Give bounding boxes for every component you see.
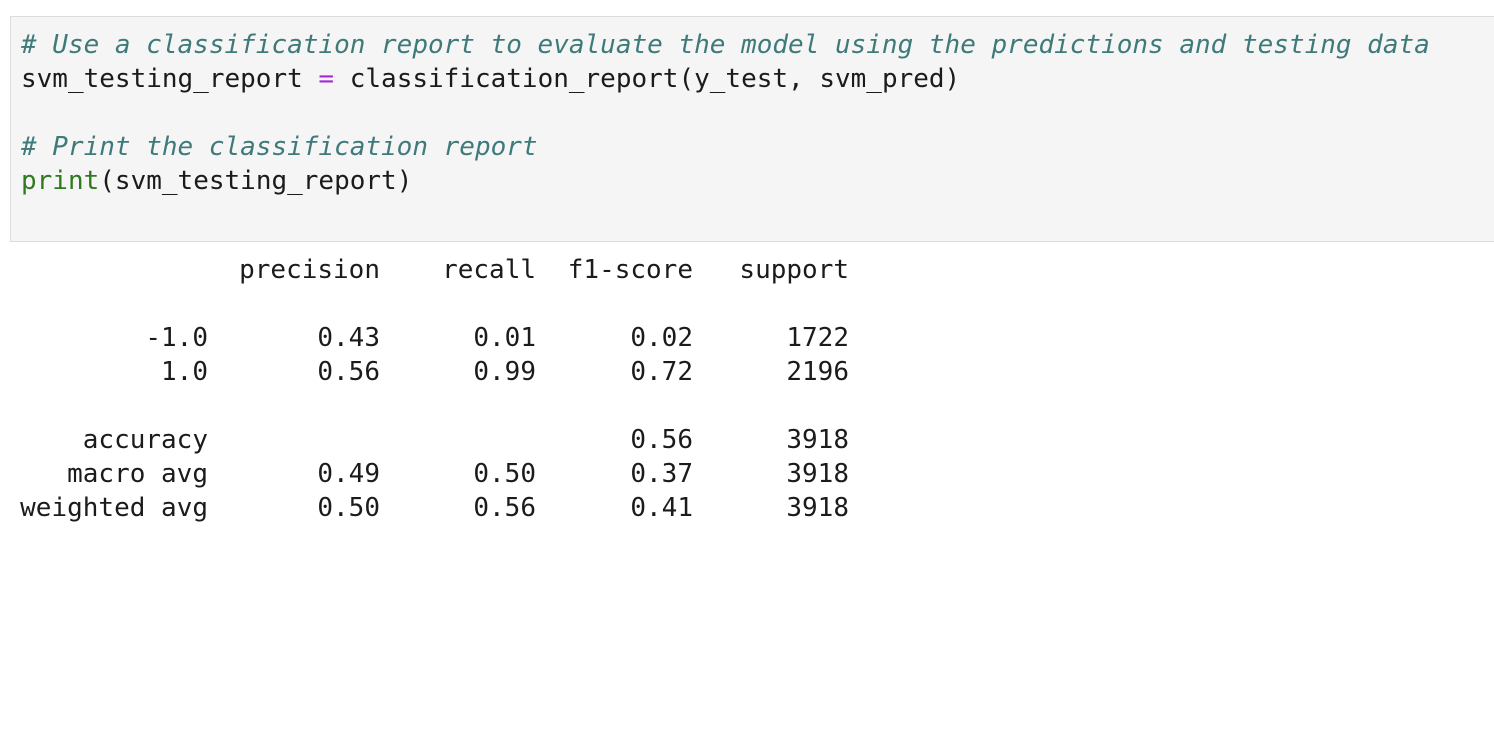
row-label: 1.0	[161, 357, 208, 387]
row-precision: 0.49	[317, 459, 380, 489]
assignment-operator: =	[318, 64, 335, 94]
print-builtin: print	[21, 166, 100, 196]
code-cell[interactable]: # Use a classification report to evaluat…	[10, 16, 1494, 242]
header-recall: recall	[442, 255, 536, 285]
report-row-macro-avg: macro avg 0.49 0.50 0.37 3918	[20, 457, 849, 491]
report-row-weighted-avg: weighted avg 0.50 0.56 0.41 3918	[20, 491, 849, 525]
code-line-report-assignment: svm_testing_report = classification_repo…	[21, 62, 960, 96]
header-f1-score: f1-score	[567, 255, 693, 285]
report-header-row: precision recall f1-score support	[20, 253, 849, 287]
row-precision: 0.50	[317, 493, 380, 523]
report-row-class-1: 1.0 0.56 0.99 0.72 2196	[20, 355, 849, 389]
row-support: 1722	[786, 323, 849, 353]
row-label: weighted avg	[20, 493, 208, 523]
row-support: 3918	[786, 493, 849, 523]
row-recall: 0.56	[473, 493, 536, 523]
code-comment-print: # Print the classification report	[21, 132, 538, 162]
header-support: support	[739, 255, 849, 285]
assignment-call: classification_report(y_test, svm_pred)	[334, 64, 961, 94]
code-line-print: print(svm_testing_report)	[21, 164, 412, 198]
header-label	[20, 253, 208, 287]
report-row-accuracy: accuracy 0.56 3918	[20, 423, 849, 457]
row-recall: 0.50	[473, 459, 536, 489]
code-comment-evaluate: # Use a classification report to evaluat…	[21, 30, 1430, 60]
report-row-class-neg1: -1.0 0.43 0.01 0.02 1722	[20, 321, 849, 355]
row-label: accuracy	[82, 425, 208, 455]
row-f1-score: 0.56	[630, 425, 693, 455]
row-precision: 0.43	[317, 323, 380, 353]
assignment-target: svm_testing_report	[21, 64, 319, 94]
header-precision: precision	[239, 255, 380, 285]
row-recall	[380, 423, 536, 457]
row-recall: 0.01	[473, 323, 536, 353]
row-support: 3918	[786, 459, 849, 489]
row-support: 2196	[786, 357, 849, 387]
row-f1-score: 0.37	[630, 459, 693, 489]
row-recall: 0.99	[473, 357, 536, 387]
row-precision: 0.56	[317, 357, 380, 387]
row-f1-score: 0.02	[630, 323, 693, 353]
row-label: -1.0	[145, 323, 208, 353]
row-f1-score: 0.41	[630, 493, 693, 523]
print-args: (svm_testing_report)	[99, 166, 413, 196]
row-f1-score: 0.72	[630, 357, 693, 387]
row-label: macro avg	[67, 459, 208, 489]
row-precision	[208, 423, 380, 457]
row-support: 3918	[786, 425, 849, 455]
